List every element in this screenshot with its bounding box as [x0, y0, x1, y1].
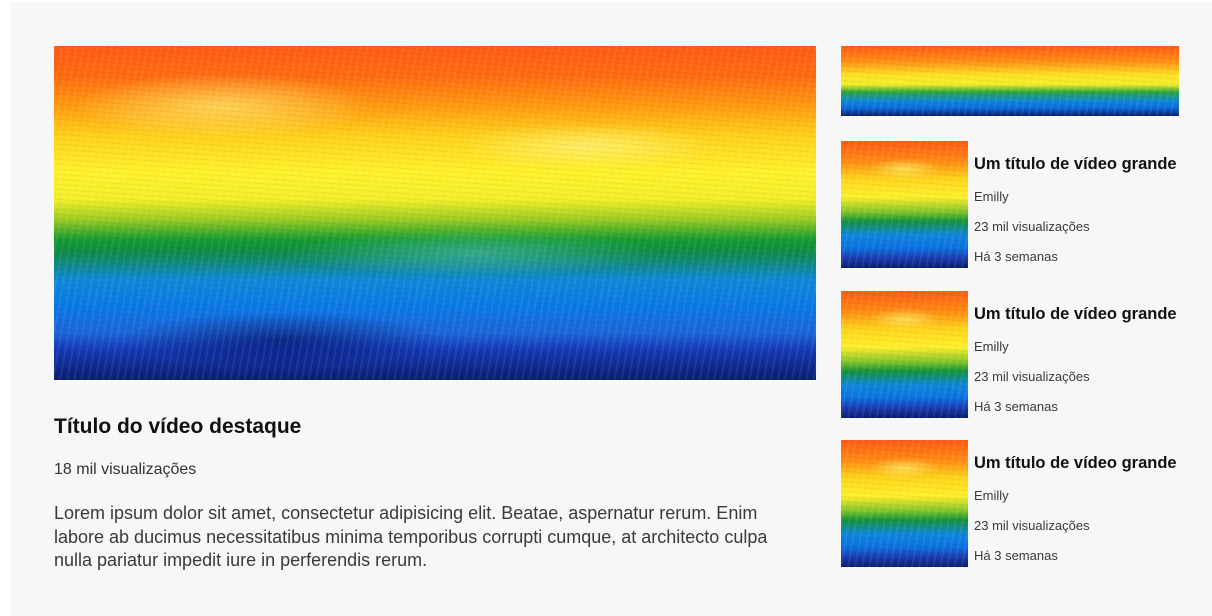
sidebar-video-card[interactable]: Um título de vídeo grande Emilly 23 mil …: [841, 291, 1181, 418]
featured-video-thumbnail[interactable]: [54, 46, 816, 380]
video-date: Há 3 semanas: [974, 548, 1058, 563]
video-date: Há 3 semanas: [974, 249, 1058, 264]
video-thumbnail[interactable]: [841, 141, 968, 268]
sidebar-banner-thumbnail[interactable]: [841, 46, 1179, 116]
featured-video-description: Lorem ipsum dolor sit amet, consectetur …: [54, 503, 768, 570]
video-page: Título do vídeo destaque 18 mil visualiz…: [10, 2, 1212, 616]
video-author: Emilly: [974, 488, 1009, 503]
sidebar-video-card[interactable]: Um título de vídeo grande Emilly 23 mil …: [841, 141, 1181, 268]
video-author: Emilly: [974, 339, 1009, 354]
video-title[interactable]: Um título de vídeo grande: [974, 454, 1177, 473]
video-views: 23 mil visualizações: [974, 518, 1090, 533]
video-title[interactable]: Um título de vídeo grande: [974, 155, 1177, 174]
video-title[interactable]: Um título de vídeo grande: [974, 305, 1177, 324]
video-date: Há 3 semanas: [974, 399, 1058, 414]
featured-video-title[interactable]: Título do vídeo destaque: [54, 415, 301, 439]
video-thumbnail[interactable]: [841, 440, 968, 567]
sidebar-video-card[interactable]: Um título de vídeo grande Emilly 23 mil …: [841, 440, 1181, 567]
video-thumbnail[interactable]: [841, 291, 968, 418]
video-views: 23 mil visualizações: [974, 219, 1090, 234]
featured-video-views: 18 mil visualizações: [54, 461, 197, 478]
video-views: 23 mil visualizações: [974, 369, 1090, 384]
video-author: Emilly: [974, 189, 1009, 204]
